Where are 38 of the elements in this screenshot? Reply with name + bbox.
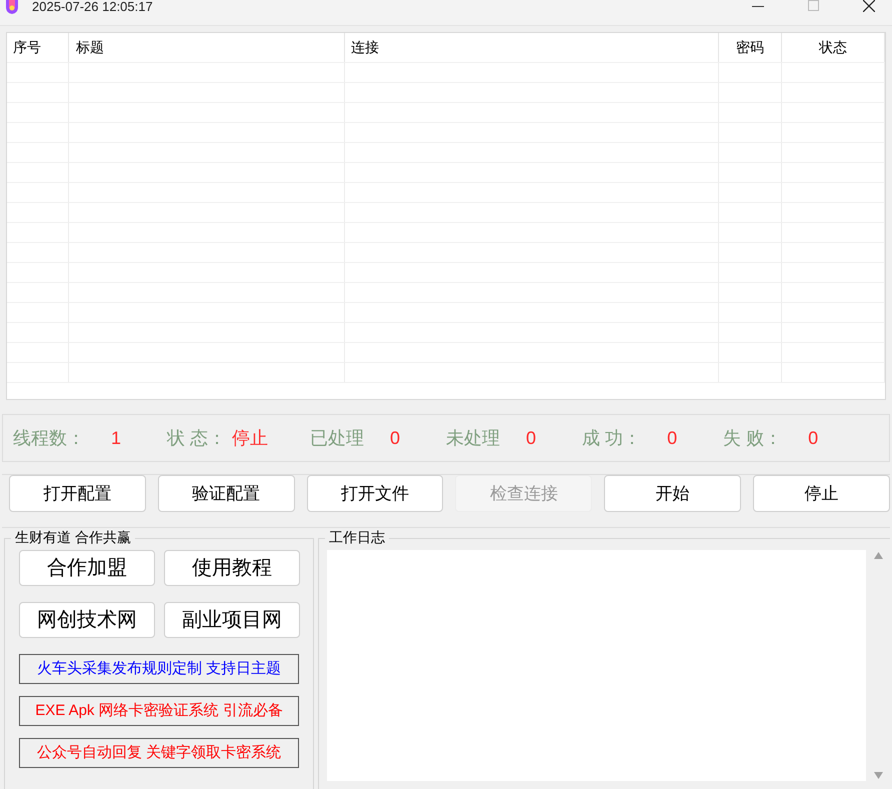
- toolbar-button[interactable]: 打开配置: [9, 475, 146, 512]
- column-header[interactable]: 标题: [69, 33, 345, 62]
- scroll-down-icon[interactable]: [874, 772, 882, 779]
- ad-link[interactable]: 公众号自动回复 关键字领取卡密系统: [19, 738, 299, 768]
- stat-label: 状 态：: [167, 426, 226, 450]
- ad-link[interactable]: EXE Apk 网络卡密验证系统 引流必备: [19, 696, 299, 726]
- promo-button[interactable]: 副业项目网: [164, 602, 300, 638]
- stat-value: 停止: [232, 426, 268, 450]
- stat-label: 线程数：: [13, 426, 85, 450]
- group-title: 生财有道 合作共赢: [11, 529, 135, 545]
- stat-value: 0: [390, 426, 400, 450]
- column-header[interactable]: 密码: [719, 33, 782, 62]
- group-title: 工作日志: [325, 529, 389, 545]
- promo-button[interactable]: 合作加盟: [19, 550, 155, 586]
- minimize-icon[interactable]: [752, 6, 764, 8]
- toolbar-button[interactable]: 停止: [753, 475, 890, 512]
- app-icon: [4, 0, 20, 14]
- column-header[interactable]: 序号: [7, 33, 69, 62]
- window-title: 2025-07-26 12:05:17: [32, 0, 153, 14]
- close-icon[interactable]: [863, 0, 875, 12]
- stat-value: 0: [667, 426, 678, 450]
- stat-value: 1: [111, 426, 122, 450]
- toolbar-button[interactable]: 验证配置: [158, 475, 295, 512]
- maximize-icon[interactable]: [808, 0, 819, 11]
- stat-label: 失 败：: [723, 426, 782, 450]
- toolbar-button[interactable]: 打开文件: [306, 475, 444, 512]
- ad-link[interactable]: 火车头采集发布规则定制 支持日主题: [19, 654, 299, 684]
- scroll-up-icon[interactable]: [874, 552, 882, 559]
- column-header[interactable]: 状态: [782, 33, 885, 62]
- toolbar-button[interactable]: 开始: [604, 475, 742, 512]
- stat-value: 0: [526, 426, 536, 450]
- stat-label: 已处理: [310, 426, 364, 450]
- stat-label: 成 功：: [582, 426, 642, 450]
- promo-button[interactable]: 使用教程: [164, 550, 300, 586]
- stat-label: 未处理: [446, 426, 500, 450]
- column-header[interactable]: 连接: [345, 33, 719, 62]
- stat-value: 0: [808, 426, 818, 450]
- promo-button[interactable]: 网创技术网: [19, 602, 155, 638]
